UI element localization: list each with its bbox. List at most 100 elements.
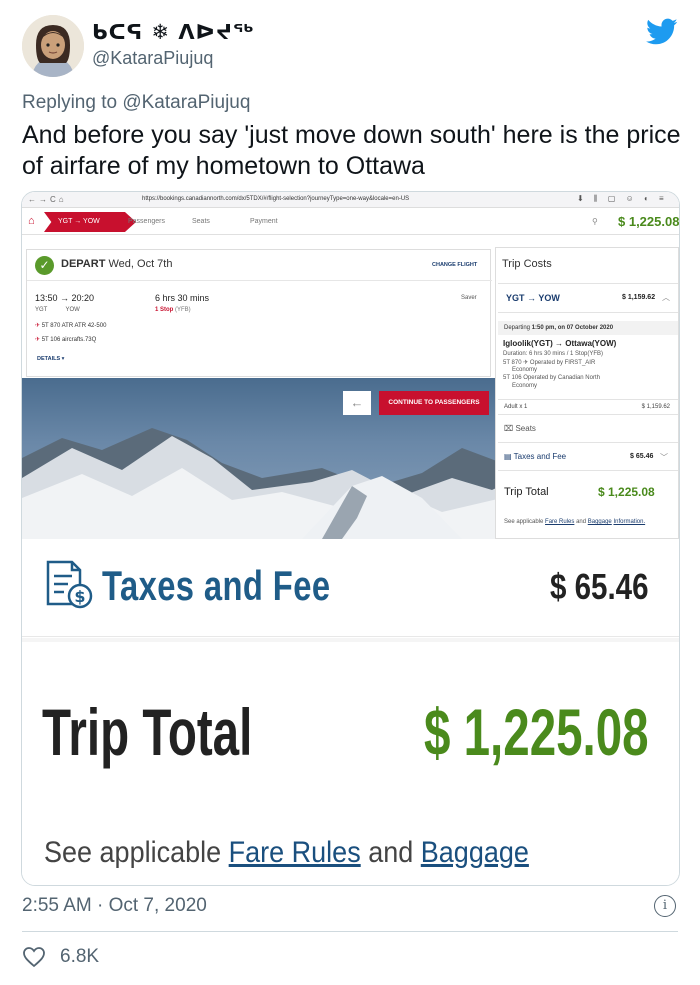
depart-heading: DEPART Wed, Oct 7th <box>61 258 172 270</box>
fare-rules-note: See applicable Fare Rules and Baggage In… <box>504 517 676 527</box>
depart-label: DEPART <box>61 258 106 270</box>
chevron-down-icon[interactable]: ﹀ <box>660 452 668 463</box>
divider <box>22 931 678 932</box>
zoom-fare-rules-note: See applicable Fare Rules and Baggage <box>44 836 529 870</box>
seats-label: Seats <box>515 424 536 433</box>
card-divider <box>27 280 492 281</box>
zoom-total-value: $ 1,225.08 <box>424 695 649 769</box>
seats-row[interactable]: ⌧ Seats <box>504 424 536 433</box>
separator <box>498 442 678 443</box>
tweet-media[interactable]: ←→C⌂ https://bookings.canadiannorth.com/… <box>21 191 680 886</box>
receipt-icon: $ <box>46 560 93 609</box>
tweet-timestamp[interactable]: 2:55 AM · Oct 7, 2020 <box>22 895 207 917</box>
search-icon: ⚲ <box>592 217 598 226</box>
avatar[interactable] <box>22 15 84 77</box>
taxes-label: Taxes and Fee <box>513 452 567 461</box>
stop-airport: (YFB) <box>175 307 191 313</box>
depart-date: Wed, Oct 7th <box>108 258 173 270</box>
display-name[interactable]: ᑲᑕᕋ ❄ ᐱᐅᔪᖅ <box>92 20 255 44</box>
info-icon[interactable]: i <box>654 895 676 917</box>
browser-nav-icons: ←→C⌂ <box>28 195 67 204</box>
tp-segment-2: 5T 106 Operated by Canadian North <box>503 375 600 381</box>
trip-costs-title: Trip Costs <box>502 258 552 270</box>
zoom-baggage-link[interactable]: Baggage <box>421 836 529 869</box>
segment-2: ✈ 5T 106 aircrafts.73Q <box>35 336 96 343</box>
tp-duration: Duration: 6 hrs 30 mins / 1 Stop(YFB) <box>503 351 604 357</box>
separator <box>498 470 678 471</box>
zoomed-crop: $ Taxes and Fee $ 65.46 Trip Total $ 1,2… <box>22 540 679 885</box>
reply-prefix: Replying to <box>22 92 118 113</box>
depart-card: ✓ DEPART Wed, Oct 7th CHANGE FLIGHT 13:5… <box>26 249 492 377</box>
reply-to-link[interactable]: @KataraPiujuq <box>122 92 250 113</box>
airline-logo-icon: ✈ <box>35 323 41 329</box>
zoom-taxes-value: $ 65.46 <box>550 566 649 607</box>
trip-total-value: $ 1,225.08 <box>598 485 655 499</box>
fare-type: Saver <box>461 295 477 301</box>
adult-price: $ 1,159.62 <box>641 404 670 410</box>
tp-segment-1-cabin: Economy <box>512 367 538 373</box>
origin-code: YGT <box>35 307 48 313</box>
departing-row: Departing 1:50 pm, on 07 October 2020 <box>498 321 678 335</box>
flight-airports: YGT YOW <box>35 307 80 313</box>
header-total: $ 1,225.08 <box>618 214 680 229</box>
back-button[interactable]: ← <box>343 391 371 415</box>
change-flight-link[interactable]: CHANGE FLIGHT <box>432 262 477 268</box>
baggage-link[interactable]: Baggage <box>588 519 612 525</box>
adult-row: Adult x 1 $ 1,159.62 <box>498 399 678 413</box>
tp-segment-2-cabin: Economy <box>512 383 538 389</box>
address-bar: ←→C⌂ https://bookings.canadiannorth.com/… <box>22 192 679 208</box>
tp-segment-1: 5T 870 ✈ Operated by FIRST_AIR <box>503 360 596 366</box>
see-prefix: See applicable <box>504 519 544 525</box>
chevron-up-icon: ︿ <box>662 293 670 302</box>
zoom-see-prefix: See applicable <box>44 836 222 869</box>
zoom-gap <box>22 638 679 642</box>
separator <box>498 414 678 415</box>
taxes-row[interactable]: ▤ Taxes and Fee <box>504 452 566 461</box>
route-label: YGT → YOW <box>506 293 560 303</box>
step-payment: Payment <box>250 218 278 225</box>
zoom-total-label: Trip Total <box>42 695 253 769</box>
url-text: https://bookings.canadiannorth.com/dx/5T… <box>142 196 410 202</box>
heart-icon[interactable] <box>22 945 46 969</box>
continue-to-passengers-button[interactable]: CONTINUE TO PASSENGERS <box>379 391 489 415</box>
twitter-bird-icon <box>646 18 678 45</box>
home-icon: ⌂ <box>28 215 35 227</box>
route-cost-row[interactable]: YGT → YOW $ 1,159.62 ︿ <box>498 283 678 313</box>
browser-toolbar-icons: ⬇ ⫼ ▢ ☺ ◐ ≡ <box>577 194 668 203</box>
browser-screenshot: ←→C⌂ https://bookings.canadiannorth.com/… <box>22 192 680 539</box>
fare-rules-link[interactable]: Fare Rules <box>545 519 574 525</box>
receipt-icon: ▤ <box>504 452 512 461</box>
segment-1: ✈ 5T 870 ATR ATR 42-500 <box>35 322 106 329</box>
flight-stops: 1 Stop (YFB) <box>155 307 191 313</box>
route-price: $ 1,159.62 <box>622 294 656 301</box>
flight-duration: 6 hrs 30 mins <box>155 293 210 303</box>
reply-context: Replying to @KataraPiujuq <box>22 92 250 114</box>
zoom-fare-rules-link[interactable]: Fare Rules <box>229 836 361 869</box>
details-toggle[interactable]: DETAILS ▾ <box>37 356 64 362</box>
seat-icon: ⌧ <box>504 424 514 433</box>
like-count: 6.8K <box>60 946 100 967</box>
adult-label: Adult x 1 <box>504 404 528 410</box>
airline-logo-icon: ✈ <box>35 337 41 343</box>
departing-label: Departing <box>504 325 531 331</box>
trip-total-label: Trip Total <box>504 486 549 498</box>
segment-2-text: 5T 106 aircrafts.73Q <box>41 337 97 343</box>
taxes-price: $ 65.46 <box>630 453 654 460</box>
and-text: and <box>576 519 587 525</box>
svg-text:$: $ <box>74 587 85 606</box>
destination-code: YOW <box>65 307 80 313</box>
zoom-taxes-row: $ Taxes and Fee $ 65.46 <box>22 540 679 637</box>
segment-1-text: 5T 870 ATR ATR 42-500 <box>41 323 107 329</box>
trip-costs-panel: Trip Costs YGT → YOW $ 1,159.62 ︿ Depart… <box>495 247 679 539</box>
information-link[interactable]: Information. <box>613 519 645 525</box>
flight-times: 13:50 → 20:20 <box>35 293 95 303</box>
tp-airports: Igloolik(YGT) → Ottawa(YOW) <box>503 339 617 348</box>
stops-count: 1 Stop <box>155 307 174 313</box>
tweet-text: And before you say 'just move down south… <box>22 121 681 180</box>
check-icon: ✓ <box>35 256 54 275</box>
user-handle[interactable]: @KataraPiujuq <box>92 48 213 69</box>
zoom-taxes-label: Taxes and Fee <box>102 562 331 609</box>
departing-value: 1:50 pm, on 07 October 2020 <box>531 325 614 331</box>
zoom-and-text: and <box>368 836 414 869</box>
booking-steps: ⌂ YGT → YOW Passengers Seats Payment ⚲ $… <box>22 209 680 235</box>
